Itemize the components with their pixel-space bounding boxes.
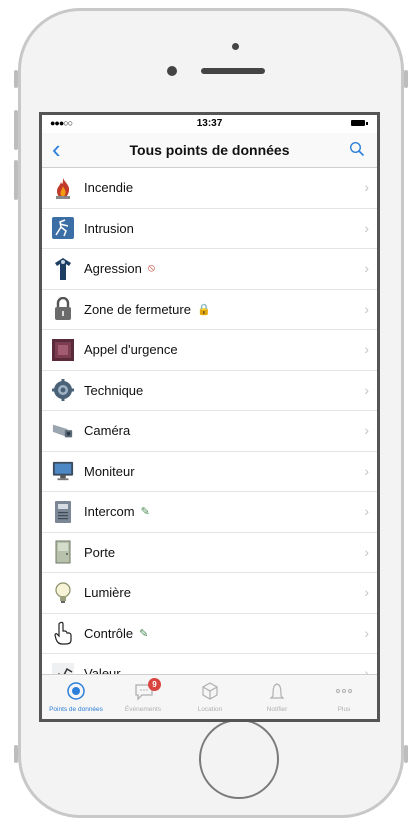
flame-icon	[52, 176, 74, 200]
intrusion-icon	[52, 216, 74, 240]
mute-switch	[14, 70, 18, 88]
monitor-icon	[52, 459, 74, 483]
battery-icon	[351, 120, 368, 126]
chevron-right-icon: ›	[364, 300, 369, 317]
list-item-label: Lumière	[84, 585, 131, 601]
list-item[interactable]: Appel d'urgence ›	[42, 330, 377, 371]
chevron-right-icon: ›	[364, 422, 369, 438]
power-button	[404, 70, 408, 88]
hand-pointer-icon	[52, 621, 74, 645]
chevron-right-icon: ›	[364, 624, 369, 641]
home-button[interactable]	[199, 719, 279, 799]
proximity-sensor	[232, 43, 239, 50]
chevron-right-icon: ›	[364, 179, 369, 195]
status-bar: ●●●○○ 13:37	[42, 115, 377, 133]
tab-target[interactable]: Points de données	[42, 675, 110, 719]
list-item[interactable]: Caméra ›	[42, 411, 377, 452]
datapoint-list: Incendie › Intrusion › Agression ⦸ › Zone de fe…	[42, 168, 377, 695]
list-item-label: Intercom	[84, 504, 135, 520]
chevron-right-icon: ›	[364, 462, 369, 479]
chevron-right-icon: ›	[364, 543, 369, 560]
tab-label: Location	[197, 706, 223, 713]
chevron-right-icon: ›	[364, 503, 369, 519]
tab-label: Points de données	[49, 706, 103, 713]
edit-icon: ✎	[140, 506, 150, 519]
list-item-label: Caméra	[84, 423, 131, 439]
list-item[interactable]: Intercom ✎ ›	[42, 492, 377, 533]
app-screen: ●●●○○ 13:37 ‹ Tous points de données Inc…	[39, 112, 380, 722]
blocked-icon: ⦸	[147, 262, 155, 275]
volume-up-button	[14, 110, 18, 150]
tab-bell[interactable]: Notifier	[243, 675, 311, 719]
door-icon	[52, 540, 74, 564]
list-item[interactable]: Contrôle ✎ ›	[42, 614, 377, 654]
list-item[interactable]: Incendie ›	[42, 168, 377, 209]
target-icon	[66, 681, 86, 701]
bottom-right-edge	[404, 745, 408, 763]
list-item[interactable]: Porte ›	[42, 533, 377, 573]
list-item-label: Incendie	[84, 180, 134, 196]
list-item-label: Zone de fermeture	[84, 301, 191, 317]
chevron-right-icon: ›	[364, 219, 369, 236]
tab-message[interactable]: 9 Événements	[109, 675, 177, 719]
agression-icon	[52, 257, 74, 281]
chevron-right-icon: ›	[364, 341, 369, 357]
list-item-label: Technique	[84, 382, 144, 398]
earpiece-speaker	[201, 68, 265, 74]
search-icon[interactable]	[349, 141, 365, 157]
list-item-label: Moniteur	[84, 463, 135, 479]
tab-label: Plus	[337, 706, 351, 713]
tab-cube[interactable]: Location	[176, 675, 244, 719]
list-item-label: Contrôle	[84, 625, 134, 641]
list-item[interactable]: Moniteur ›	[42, 452, 377, 492]
tab-label: Notifier	[266, 706, 288, 713]
front-camera	[167, 66, 177, 76]
intercom-icon	[52, 500, 74, 524]
notification-count-badge: 9	[148, 678, 161, 691]
lightbulb-icon	[52, 581, 74, 605]
list-item-label: Appel d'urgence	[84, 342, 178, 358]
list-item[interactable]: Lumière ›	[42, 573, 377, 614]
bell-icon	[267, 681, 287, 701]
list-item-label: Porte	[84, 544, 116, 560]
edit-icon: ✎	[139, 627, 149, 640]
list-item[interactable]: Zone de fermeture 🔒 ›	[42, 290, 377, 330]
navigation-bar: ‹ Tous points de données	[42, 133, 377, 168]
chevron-right-icon: ›	[364, 584, 369, 600]
chevron-right-icon: ›	[364, 260, 369, 276]
bottom-left-edge	[14, 745, 18, 763]
lock-icon	[52, 297, 74, 321]
tab-label: Événements	[124, 706, 162, 713]
emergency-call-icon	[52, 338, 74, 362]
list-item[interactable]: Intrusion ›	[42, 209, 377, 249]
lock-small-icon: 🔒	[196, 303, 211, 316]
list-item[interactable]: Technique ›	[42, 371, 377, 411]
volume-down-button	[14, 160, 18, 200]
camera-icon	[52, 419, 74, 443]
chevron-right-icon: ›	[364, 381, 369, 398]
cube-icon	[200, 681, 220, 701]
gear-icon	[52, 378, 74, 402]
tab-bar: Points de données 9 Événements Location Noti…	[42, 674, 377, 719]
list-item-label: Intrusion	[84, 220, 134, 236]
list-item-label: Agression	[84, 261, 142, 277]
clock: 13:37	[196, 118, 223, 129]
tab-more[interactable]: Plus	[310, 675, 377, 719]
list-item[interactable]: Agression ⦸ ›	[42, 249, 377, 290]
more-icon	[334, 681, 354, 701]
page-title: Tous points de données	[129, 142, 290, 158]
